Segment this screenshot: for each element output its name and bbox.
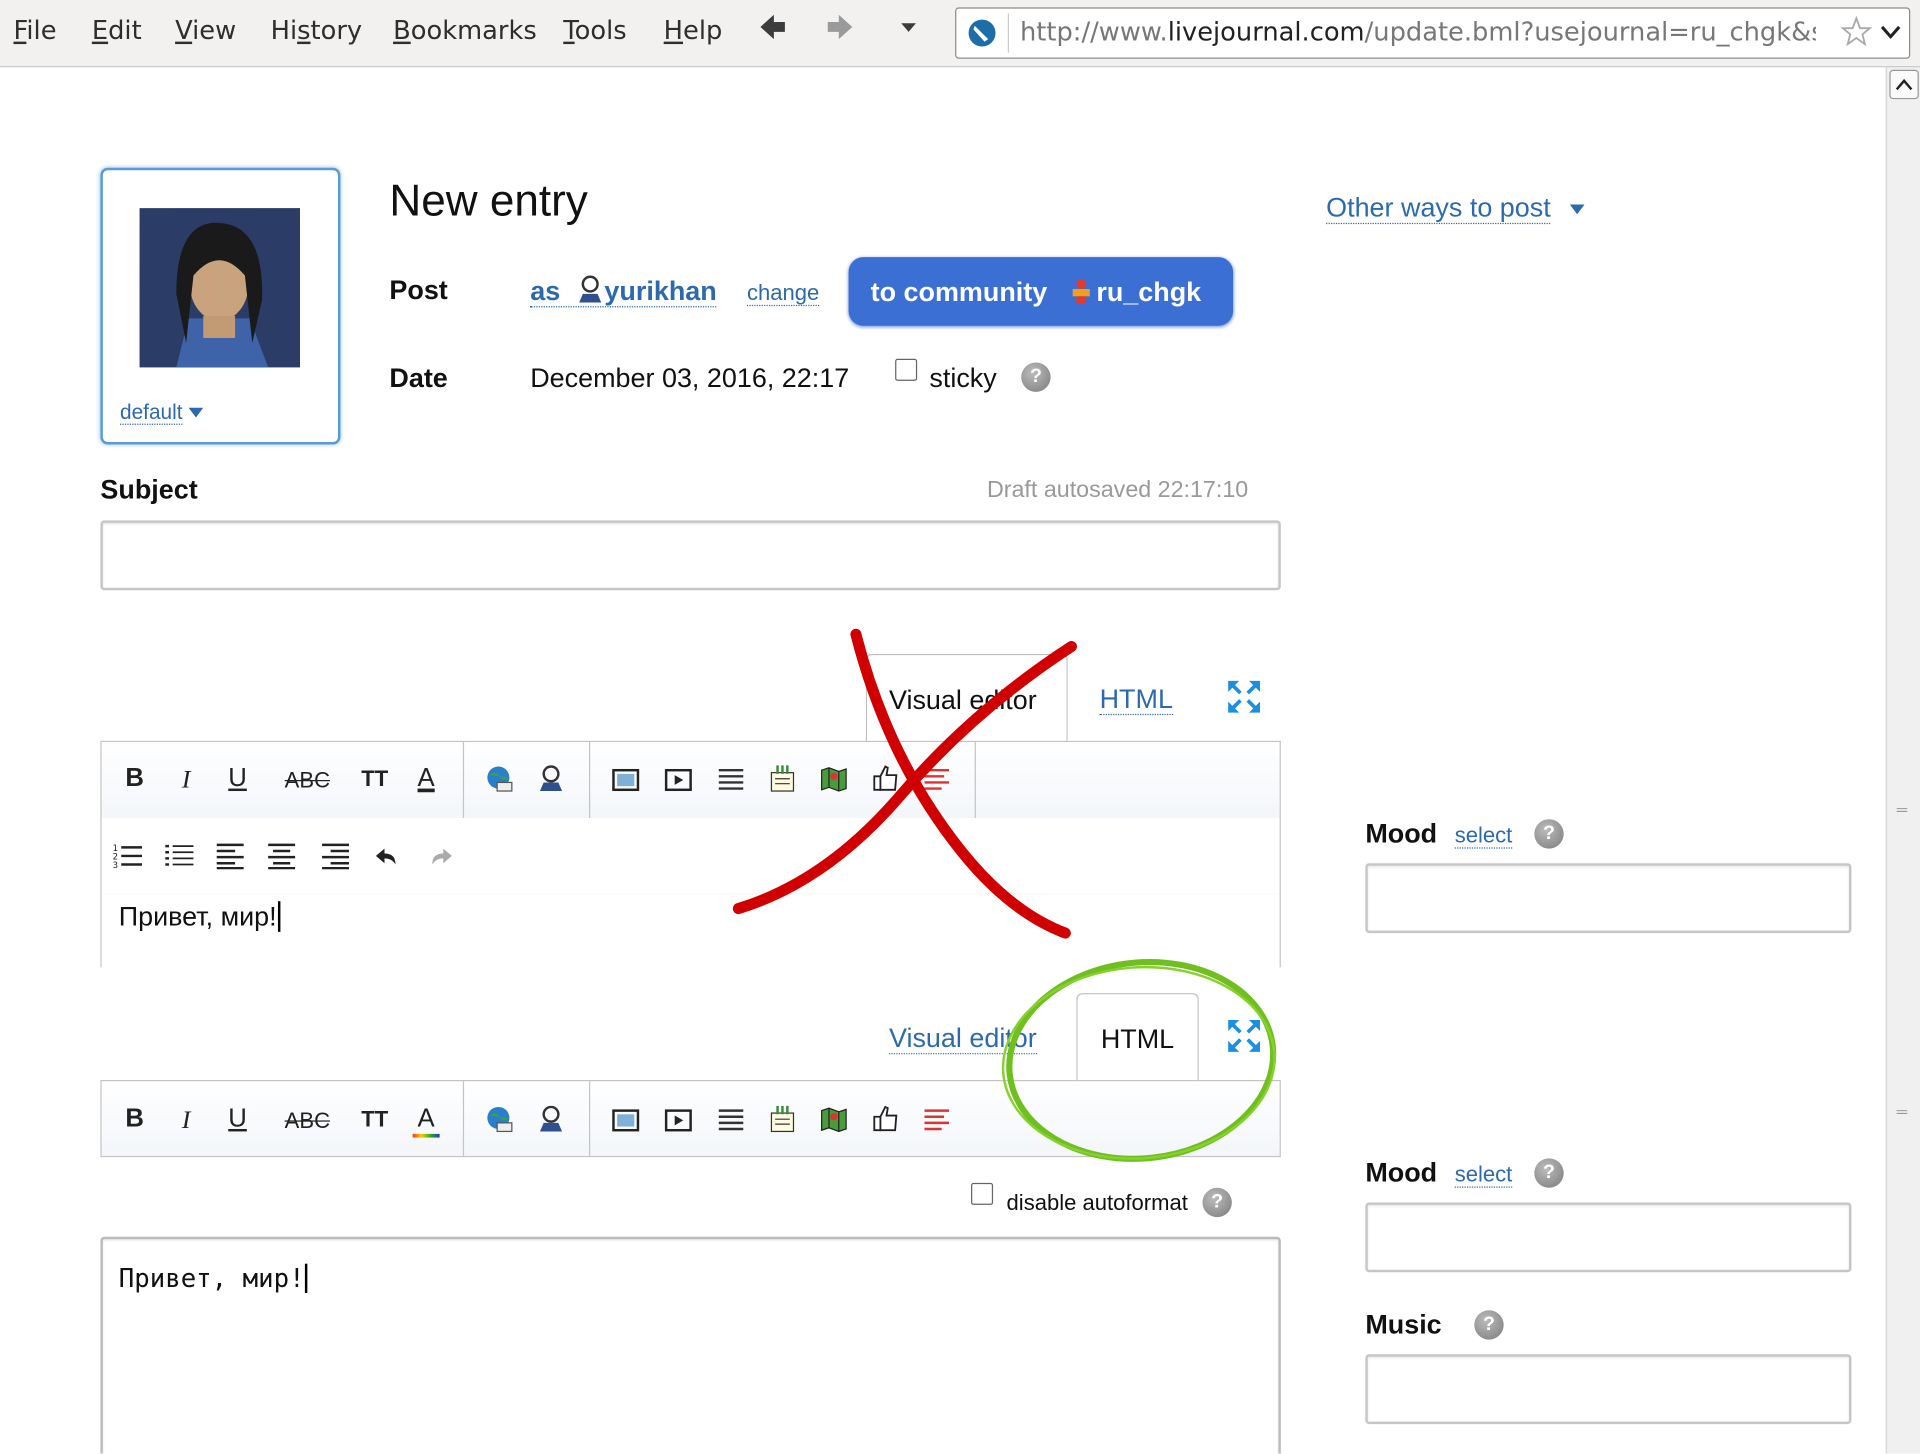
tab-html[interactable]: HTML <box>1099 683 1173 716</box>
align-center-icon[interactable] <box>267 842 296 870</box>
help-icon[interactable]: ? <box>1534 819 1564 849</box>
page-title: New entry <box>389 175 588 226</box>
userpic-dropdown[interactable]: default <box>120 400 203 425</box>
userpic-selector[interactable]: default <box>100 167 341 445</box>
scrollbar-grip[interactable]: ═ <box>1897 802 1909 817</box>
subject-input[interactable] <box>100 520 1281 591</box>
image-icon[interactable] <box>611 1107 640 1134</box>
menu-tools[interactable]: Tools <box>563 16 626 45</box>
red-cross-annotation <box>732 628 1077 939</box>
bookmark-star-icon[interactable] <box>1840 15 1873 53</box>
date-value[interactable]: December 03, 2016, 22:17 <box>530 362 849 394</box>
green-circle-annotation <box>1001 958 1277 1162</box>
video-icon[interactable] <box>664 767 693 794</box>
text-color-button[interactable]: A <box>408 764 445 793</box>
strikethrough-button[interactable]: ABC <box>279 1108 335 1134</box>
numbered-list-icon[interactable]: 123 <box>113 842 143 869</box>
community-icon <box>1073 279 1091 304</box>
draft-autosave-status: Draft autosaved 22:17:10 <box>986 477 1249 504</box>
like-icon[interactable] <box>871 1104 900 1132</box>
text-color-button[interactable]: A <box>412 1104 440 1138</box>
mood-input[interactable] <box>1365 863 1852 934</box>
music-label: Music <box>1365 1308 1442 1340</box>
menu-help[interactable]: Help <box>664 16 723 45</box>
cut-icon[interactable] <box>768 1105 797 1133</box>
align-left-icon[interactable] <box>216 842 245 870</box>
spoiler-icon[interactable] <box>922 1107 951 1134</box>
music-input[interactable] <box>1365 1354 1852 1425</box>
undo-icon[interactable] <box>373 845 402 872</box>
subject-label: Subject <box>100 473 198 505</box>
scrollbar-grip[interactable]: ═ <box>1897 1104 1909 1119</box>
menu-view[interactable]: View <box>175 16 236 45</box>
chevron-down-icon <box>188 407 203 418</box>
browser-menubar: File Edit View History Bookmarks Tools H… <box>0 0 1920 68</box>
italic-button[interactable]: I <box>168 764 205 795</box>
change-user-link[interactable]: change <box>746 280 820 307</box>
url-bar[interactable]: http://www.livejournal.com/update.bml?us… <box>955 7 1911 59</box>
menu-edit[interactable]: Edit <box>92 16 142 45</box>
help-icon[interactable]: ? <box>1202 1187 1232 1218</box>
italic-button[interactable]: I <box>168 1104 205 1135</box>
underline-button[interactable]: U <box>219 1104 256 1133</box>
community-button[interactable]: to community ru_chgk <box>848 257 1234 326</box>
post-label: Post <box>389 274 448 305</box>
html-editor-textarea[interactable]: Привет, мир!​ <box>100 1236 1281 1454</box>
post-as-user[interactable]: as yurikhan <box>530 274 717 308</box>
back-arrow-icon[interactable] <box>757 10 789 54</box>
menu-file[interactable]: File <box>13 16 56 45</box>
image-icon[interactable] <box>611 767 640 794</box>
font-size-button[interactable]: TT <box>356 767 393 793</box>
avatar <box>139 208 301 368</box>
date-label: Date <box>389 362 448 394</box>
link-globe-icon[interactable] <box>485 765 514 792</box>
horizontal-rule-icon[interactable] <box>716 1107 745 1134</box>
video-icon[interactable] <box>664 1107 693 1134</box>
menu-bookmarks[interactable]: Bookmarks <box>393 16 537 45</box>
other-ways-to-post-link[interactable]: Other ways to post <box>1326 192 1585 225</box>
help-icon[interactable]: ? <box>1021 362 1051 392</box>
url-dropdown-icon[interactable] <box>1880 21 1902 48</box>
bold-button[interactable]: B <box>116 764 153 793</box>
scroll-up-icon[interactable] <box>1889 69 1919 100</box>
link-globe-icon[interactable] <box>485 1106 514 1133</box>
bold-button[interactable]: B <box>116 1104 153 1133</box>
site-identity-icon[interactable] <box>961 13 1009 53</box>
user-tag-icon[interactable] <box>536 765 565 792</box>
bullet-list-icon[interactable] <box>164 842 194 869</box>
mood-select-link[interactable]: select <box>1454 1162 1513 1188</box>
user-icon <box>578 275 601 303</box>
menu-history[interactable]: History <box>271 16 363 45</box>
disable-autoformat-checkbox[interactable] <box>971 1182 994 1205</box>
fullscreen-icon[interactable] <box>1227 680 1261 714</box>
help-icon[interactable]: ? <box>1534 1158 1564 1188</box>
sticky-label: sticky <box>929 362 997 394</box>
mood-input[interactable] <box>1365 1202 1852 1273</box>
align-right-icon[interactable] <box>321 842 350 870</box>
sticky-checkbox[interactable] <box>895 358 918 381</box>
svg-text:3: 3 <box>113 861 118 869</box>
url-text: http://www.livejournal.com/update.bml?us… <box>1020 17 1816 47</box>
redo-icon[interactable] <box>425 845 454 872</box>
disable-autoformat-label: disable autoformat <box>1006 1190 1188 1215</box>
vertical-scrollbar[interactable]: ═ ═ <box>1885 67 1920 1454</box>
mood-select-link[interactable]: select <box>1454 822 1513 849</box>
strikethrough-button[interactable]: ABC <box>279 768 335 794</box>
user-tag-icon[interactable] <box>536 1105 565 1133</box>
underline-button[interactable]: U <box>219 764 256 793</box>
history-dropdown-icon[interactable] <box>898 10 920 54</box>
map-icon[interactable] <box>819 1106 848 1133</box>
font-size-button[interactable]: TT <box>356 1107 393 1133</box>
help-icon[interactable]: ? <box>1474 1310 1504 1340</box>
forward-arrow-icon[interactable] <box>824 10 856 54</box>
mood-label: Mood <box>1365 1157 1438 1188</box>
mood-label: Mood <box>1365 817 1438 849</box>
chevron-down-icon <box>1569 204 1584 215</box>
